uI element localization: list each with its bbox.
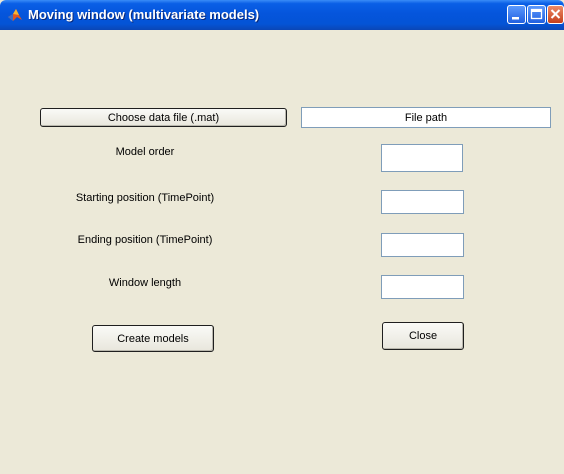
close-icon: [550, 9, 561, 19]
minimize-icon: [512, 17, 519, 20]
close-window-button[interactable]: [547, 5, 564, 24]
create-models-button[interactable]: Create models: [92, 325, 214, 352]
ending-position-input[interactable]: [381, 233, 464, 257]
starting-position-input[interactable]: [381, 190, 464, 214]
file-path-field: File path: [301, 107, 551, 128]
maximize-icon: [530, 8, 543, 20]
starting-position-label: Starting position (TimePoint): [75, 192, 215, 204]
close-button[interactable]: Close: [382, 322, 464, 350]
window-length-label: Window length: [108, 277, 182, 289]
main-window: Moving window (multivariate models) Choo…: [0, 0, 564, 474]
maximize-button[interactable]: [527, 5, 546, 24]
matlab-logo-icon: [7, 7, 23, 23]
ending-position-label: Ending position (TimePoint): [77, 234, 213, 246]
window-length-input[interactable]: [381, 275, 464, 299]
model-order-label: Model order: [115, 146, 175, 158]
title-bar[interactable]: Moving window (multivariate models): [0, 0, 564, 30]
choose-data-file-button[interactable]: Choose data file (.mat): [40, 108, 287, 127]
minimize-button[interactable]: [507, 5, 526, 24]
model-order-input[interactable]: [381, 144, 463, 172]
window-title: Moving window (multivariate models): [28, 7, 260, 22]
